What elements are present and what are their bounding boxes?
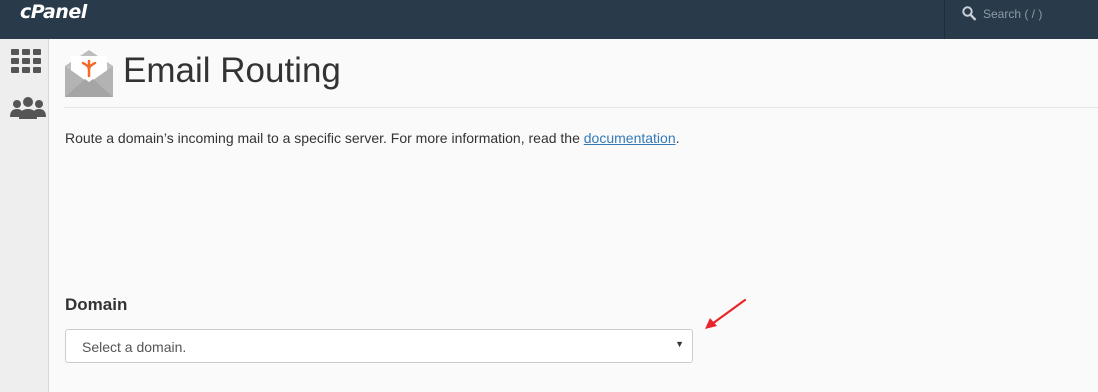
page-description: Route a domain’s incoming mail to a spec…	[65, 130, 680, 146]
email-routing-icon	[65, 50, 113, 97]
caret-down-icon: ▼	[675, 339, 684, 349]
users-icon[interactable]	[10, 95, 46, 121]
top-navigation-bar: cPanel	[0, 0, 1098, 39]
documentation-link[interactable]: documentation	[584, 130, 676, 146]
red-arrow-icon	[705, 298, 747, 329]
apps-grid-icon[interactable]	[10, 48, 42, 74]
description-period: .	[675, 130, 680, 146]
domain-select[interactable]: Select a domain. ▼	[65, 329, 693, 363]
title-divider	[64, 107, 1098, 108]
search-area	[944, 0, 1098, 39]
cpanel-logo[interactable]: cPanel	[20, 1, 87, 23]
page-title: Email Routing	[123, 51, 341, 90]
description-text: Route a domain’s incoming mail to a spec…	[65, 130, 584, 146]
search-icon	[962, 6, 976, 21]
search-input[interactable]	[983, 6, 1093, 22]
main-content: Email Routing Route a domain’s incoming …	[50, 39, 1098, 392]
domain-select-value: Select a domain.	[82, 339, 187, 355]
left-sidebar	[0, 39, 49, 392]
domain-label: Domain	[65, 295, 128, 314]
